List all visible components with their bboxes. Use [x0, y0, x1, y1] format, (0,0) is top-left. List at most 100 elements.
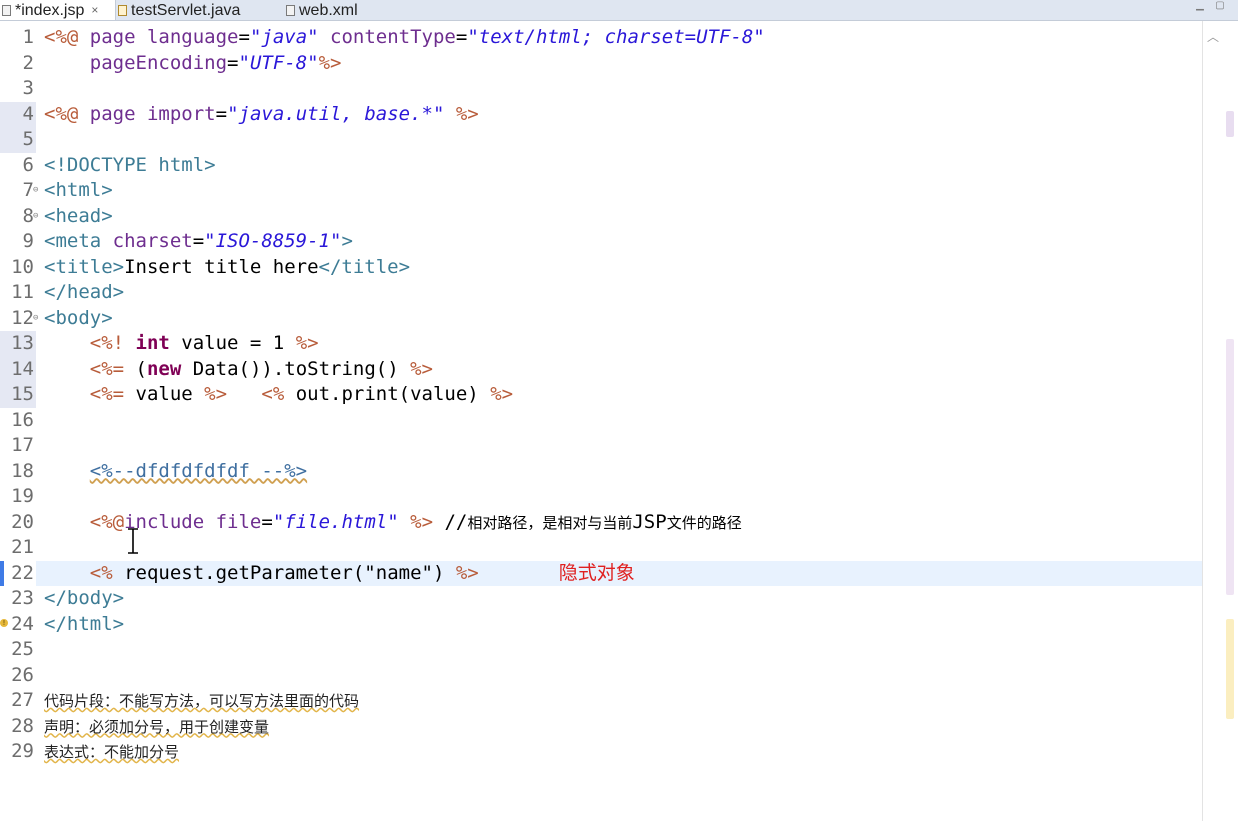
code-token: <% [89, 561, 125, 584]
code-line[interactable]: 13 <%! int value = 1 %> [0, 331, 1200, 357]
code-token: <%@ [89, 510, 125, 533]
fold-collapse-icon[interactable]: ⊖ [33, 204, 38, 230]
line-number: 18 [11, 459, 34, 482]
code-token: JSP [632, 510, 667, 533]
code-line[interactable]: 7 ⊖ <html> [0, 178, 1200, 204]
code-token: = [455, 26, 468, 48]
code-line[interactable]: 15 <%= value %> <% out.print(value) %> [0, 382, 1200, 408]
code-line[interactable]: 1 <%@ page language="java" contentType="t… [0, 25, 1200, 51]
code-line[interactable]: 14 <%= (new Data()).toString() %> [0, 357, 1200, 383]
code-line[interactable]: 6 <!DOCTYPE html> [0, 153, 1200, 179]
tab-testservlet-java[interactable]: testServlet.java [116, 0, 284, 20]
line-number: 17 [11, 434, 34, 456]
line-number: 1 [22, 26, 34, 48]
code-token: language [146, 26, 239, 48]
code-line[interactable]: 11 </head> [0, 280, 1200, 306]
code-line[interactable]: 4 <%@ page import="java.util, base.*" %> [0, 102, 1200, 128]
overview-ruler[interactable] [1224, 21, 1238, 821]
code-token: "ISO-8859-1" [204, 230, 342, 252]
code-line[interactable]: 29 表达式：不能加分号 [0, 739, 1200, 765]
fold-collapse-icon[interactable]: ⊖ [33, 306, 38, 332]
code-token: pageEncoding [89, 51, 228, 74]
code-token: contentType [330, 26, 456, 48]
code-token: out.print(value) [295, 383, 491, 405]
close-tab-icon[interactable]: × [91, 1, 98, 20]
code-text: <%@ page import="java.util, base.*" %> [44, 102, 479, 128]
code-line[interactable]: 28 声明：必须加分号，用于创建变量 [0, 714, 1200, 740]
line-number: 20 [11, 510, 34, 533]
line-number: 5 [22, 128, 34, 150]
line-number: 27 [11, 689, 34, 711]
overview-marker[interactable] [1226, 619, 1234, 719]
code-token: 代码片段：不能写方法，可以写方法里面的代码 [44, 692, 360, 710]
code-line[interactable]: 12 ⊖ <body> [0, 306, 1200, 332]
code-token: <%= [89, 357, 136, 380]
code-token: </html> [44, 612, 125, 635]
line-number: 10 [11, 255, 34, 278]
warning-icon[interactable]: ! [0, 618, 8, 627]
code-text: <%! int value = 1 %> [44, 331, 319, 357]
code-token: <title> [44, 255, 125, 278]
code-token: </title> [318, 255, 411, 278]
code-line[interactable]: 23 </body> [0, 586, 1200, 612]
code-line[interactable]: 17 [0, 433, 1200, 459]
code-token: 声明：必须加分号，用于创建变量 [44, 717, 270, 736]
code-token: %> [318, 51, 342, 74]
maximize-icon[interactable]: ▢ [1214, 1, 1226, 11]
code-line[interactable]: 9 <meta charset="ISO-8859-1"> [0, 229, 1200, 255]
code-line[interactable]: 18 <%--dfdfdfdfdf --%> [0, 459, 1200, 485]
code-token: "UTF-8" [238, 51, 319, 74]
scroll-up-icon[interactable]: ︿ [1207, 28, 1219, 45]
code-line[interactable]: 21 [0, 535, 1200, 561]
code-token: </head> [44, 281, 125, 303]
code-text: 代码片段：不能写方法，可以写方法里面的代码 [44, 688, 359, 715]
tab-index-jsp[interactable]: *index.jsp × [0, 0, 116, 20]
code-line[interactable]: 2 pageEncoding="UTF-8"%> [0, 51, 1200, 77]
code-line[interactable]: 24! </html> [0, 612, 1200, 638]
minimize-icon[interactable]: ▁ [1194, 1, 1206, 11]
tab-label: *index.jsp [15, 1, 85, 19]
overview-marker[interactable] [1226, 339, 1234, 595]
code-text: <html> [44, 178, 113, 204]
code-line[interactable]: 16 [0, 408, 1200, 434]
code-line[interactable]: 8 ⊖ <head> [0, 204, 1200, 230]
line-number: 23 [11, 587, 34, 609]
line-number: 22 [11, 561, 34, 584]
code-token: %> [410, 510, 434, 533]
fold-collapse-icon[interactable]: ⊖ [33, 178, 38, 204]
code-token: "text/html; charset=UTF-8" [467, 26, 765, 48]
code-line[interactable]: 26 [0, 663, 1200, 689]
code-token: <%@ [44, 102, 90, 125]
code-text: <meta charset="ISO-8859-1"> [44, 229, 353, 255]
code-token: = [238, 26, 250, 48]
code-line[interactable]: 3 [0, 76, 1200, 102]
code-line[interactable]: 10 <title>Insert title here</title> [0, 255, 1200, 281]
overview-marker[interactable] [1226, 111, 1234, 137]
line-number: 4 [22, 102, 34, 125]
code-line[interactable]: 22 <% request.getParameter("name") %> 隐式… [0, 561, 1200, 587]
line-number: 21 [11, 536, 34, 558]
code-text: pageEncoding="UTF-8"%> [44, 51, 342, 77]
code-editor[interactable]: 1 <%@ page language="java" contentType="t… [0, 21, 1238, 821]
code-line[interactable]: 25 [0, 637, 1200, 663]
code-text: <% request.getParameter("name") %> 隐式对象 [44, 561, 635, 587]
tab-web-xml[interactable]: web.xml [284, 0, 394, 20]
code-token: <head> [44, 204, 113, 227]
code-line[interactable]: 27 代码片段：不能写方法，可以写方法里面的代码 [0, 688, 1200, 714]
code-line[interactable]: 19 [0, 484, 1200, 510]
code-token: <meta [44, 230, 113, 252]
code-token: = [261, 510, 273, 533]
code-text: 表达式：不能加分号 [44, 739, 179, 766]
code-line[interactable]: 5 [0, 127, 1200, 153]
code-token: 表达式：不能加分号 [44, 743, 180, 761]
code-line[interactable]: 20 <%@include file="file.html" %> //相对路径… [0, 510, 1200, 536]
line-number: 19 [11, 485, 34, 507]
code-text: <title>Insert title here</title> [44, 255, 410, 281]
code-token: value [135, 383, 205, 405]
